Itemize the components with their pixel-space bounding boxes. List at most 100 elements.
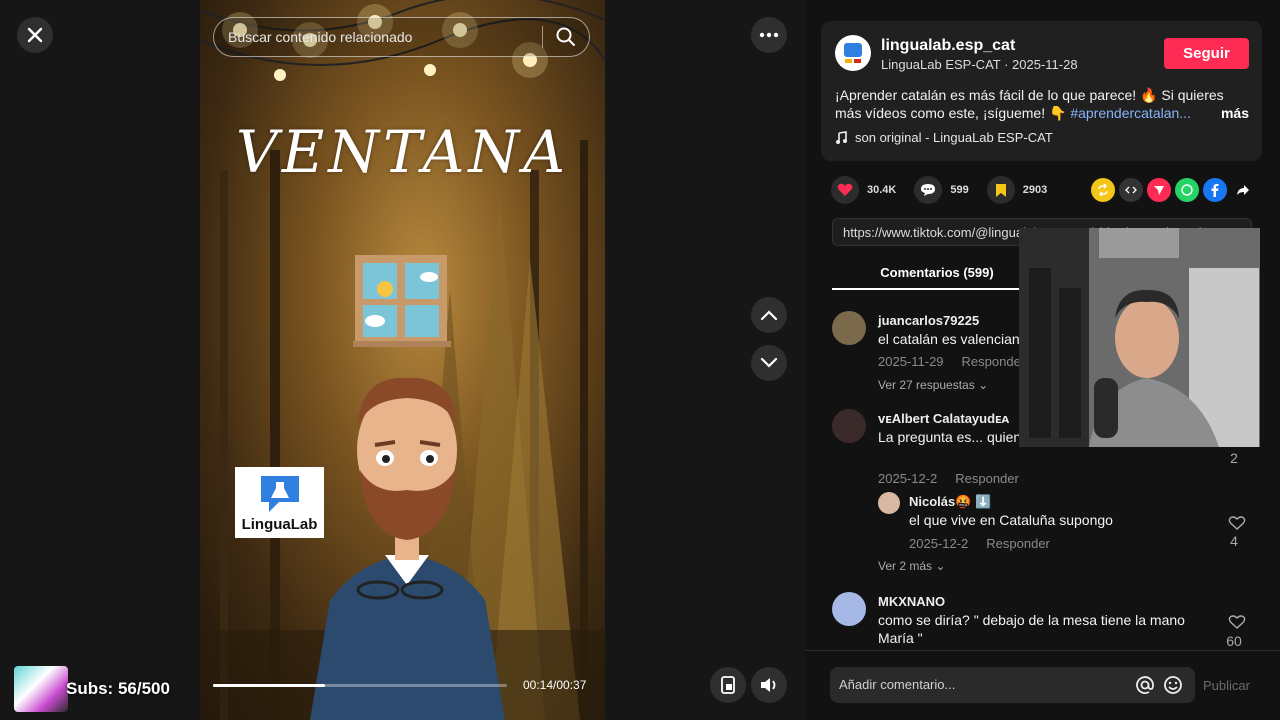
related-search-bar[interactable]: Buscar contenido relacionado: [213, 17, 590, 57]
share-row: [1091, 178, 1255, 202]
comment-button[interactable]: 599: [914, 176, 969, 204]
comment-meta: 2025-12-2 Responder: [909, 536, 1050, 551]
author-subtitle: LinguaLab ESP-CAT · 2025-11-28: [881, 57, 1078, 72]
send-to-friends-button[interactable]: [1147, 178, 1171, 202]
author-avatar[interactable]: [835, 35, 871, 71]
like-count: 30.4K: [867, 184, 897, 196]
heart-icon: [837, 183, 853, 196]
webcam-feed: [1019, 228, 1260, 447]
volume-button[interactable]: [751, 667, 787, 703]
streamer-webcam-overlay: [1019, 228, 1260, 447]
post-info-card: lingualab.esp_cat LinguaLab ESP-CAT · 20…: [821, 21, 1262, 161]
comment-username[interactable]: juancarlos79225: [878, 313, 979, 328]
comment-text: como se diría? " debajo de la mesa tiene…: [878, 612, 1185, 646]
sound-link[interactable]: son original - LinguaLab ESP-CAT: [835, 130, 1053, 145]
chevron-down-icon: [760, 357, 778, 368]
commenter-avatar[interactable]: [832, 592, 866, 626]
search-input[interactable]: Buscar contenido relacionado: [228, 29, 542, 45]
reply-button[interactable]: Responder: [962, 354, 1026, 369]
reply-button[interactable]: Responder: [955, 471, 1019, 486]
comment-like-count: 2: [1230, 450, 1238, 466]
desc-line-2b: ueme! 👇: [1006, 105, 1071, 121]
hashtag-link[interactable]: #aprendercatalan...: [1070, 105, 1191, 121]
cartoon-character: [310, 377, 505, 720]
save-button[interactable]: 2903: [986, 176, 1048, 204]
comment-text: el que vive en Cataluña supongo: [909, 512, 1113, 528]
engagement-bar: 30.4K 599 2903: [831, 176, 1065, 204]
reply-button[interactable]: Responder: [986, 536, 1050, 551]
more-share-button[interactable]: [1231, 178, 1255, 202]
like-button[interactable]: 30.4K: [831, 176, 896, 204]
comment-username[interactable]: ᴠᴇAlbert Calatayudᴇᴀ: [878, 411, 1009, 426]
repost-icon: [1098, 184, 1108, 196]
facebook-share-button[interactable]: [1203, 178, 1227, 202]
video-title-overlay: VENTANA: [235, 118, 569, 186]
picture-in-picture-button[interactable]: [710, 667, 746, 703]
video-progress-bar[interactable]: [213, 684, 507, 687]
comment-icon: [921, 184, 936, 196]
search-icon[interactable]: [555, 26, 577, 48]
comment-meta: 2025-12-2 Responder: [878, 471, 1019, 486]
post-description: ¡Aprender catalán es más fácil de lo que…: [835, 86, 1249, 122]
window-illustration: [353, 255, 451, 347]
embed-button[interactable]: [1119, 178, 1143, 202]
video-stage: VENTANA Buscar contenido relacionado Lin…: [0, 0, 805, 720]
chevron-down-icon: ⌄: [978, 378, 989, 392]
close-button[interactable]: [17, 17, 53, 53]
comment-date: 2025-12-2: [909, 536, 969, 551]
commenter-avatar[interactable]: [832, 311, 866, 345]
more-description-button[interactable]: más: [1221, 104, 1249, 122]
commenter-avatar[interactable]: [878, 492, 900, 514]
lingualab-logo: LinguaLab: [235, 467, 324, 538]
music-note-icon: [836, 130, 847, 144]
chevron-up-icon: [760, 310, 778, 321]
comment-count: 599: [950, 184, 969, 196]
more-options-button[interactable]: [751, 17, 787, 53]
view-replies-label: Ver 27 respuestas: [878, 378, 975, 392]
comment-date: 2025-11-29: [878, 354, 944, 369]
view-more-replies-button[interactable]: Ver 2 más ⌄: [878, 559, 945, 573]
video-player[interactable]: VENTANA: [200, 0, 605, 720]
view-replies-button[interactable]: Ver 27 respuestas ⌄: [878, 378, 988, 392]
ellipsis-icon: [759, 32, 779, 38]
next-video-button[interactable]: [751, 345, 787, 381]
view-more-label: Ver 2 más: [878, 559, 933, 573]
comment-like-icon[interactable]: [1228, 614, 1246, 630]
emoji-icon[interactable]: [1163, 675, 1183, 695]
comment-like-icon[interactable]: [1228, 515, 1246, 531]
publish-button[interactable]: Publicar: [1203, 678, 1250, 693]
streamer-avatar: [14, 666, 68, 712]
progress-fill: [213, 684, 325, 687]
floating-player-icon: [721, 676, 735, 694]
comment-like-count: 60: [1226, 633, 1242, 649]
commenter-avatar[interactable]: [832, 409, 866, 443]
forward-arrow-icon: [1237, 185, 1249, 195]
comment-username[interactable]: MKXNANO: [878, 594, 945, 609]
mention-icon[interactable]: [1135, 675, 1155, 695]
facebook-icon: [1211, 184, 1219, 197]
follow-button[interactable]: Seguir: [1164, 38, 1249, 69]
flask-chat-icon: [260, 476, 299, 512]
comment-username[interactable]: Nicolás🤬 ⬇️: [909, 494, 991, 510]
comment-like-count: 4: [1230, 533, 1238, 549]
lingualab-avatar-icon: [844, 43, 862, 63]
author-username[interactable]: lingualab.esp_cat: [881, 37, 1015, 55]
bookmark-icon: [995, 183, 1006, 197]
comment-date: 2025-12-2: [878, 471, 938, 486]
paper-plane-icon: [1154, 186, 1164, 195]
subs-count: Subs: 56/500: [66, 679, 170, 698]
save-count: 2903: [1022, 184, 1048, 196]
volume-icon: [761, 678, 776, 692]
repost-button[interactable]: [1091, 178, 1115, 202]
whatsapp-share-button[interactable]: [1175, 178, 1199, 202]
subscriber-counter-overlay: Subs: 56/500: [14, 666, 170, 712]
video-time: 00:14/00:37: [523, 678, 587, 692]
tab-comments[interactable]: Comentarios (599): [832, 254, 1042, 290]
logo-label: LinguaLab: [241, 516, 318, 533]
desc-line-1: ¡Aprender catalán es más fácil de lo que…: [835, 87, 1224, 103]
previous-video-button[interactable]: [751, 297, 787, 333]
search-divider: [542, 26, 543, 48]
comment-meta: 2025-11-29 Responder: [878, 354, 1025, 369]
comment-composer: Añadir comentario... Publicar: [805, 650, 1280, 720]
sound-name: son original - LinguaLab ESP-CAT: [855, 130, 1053, 145]
